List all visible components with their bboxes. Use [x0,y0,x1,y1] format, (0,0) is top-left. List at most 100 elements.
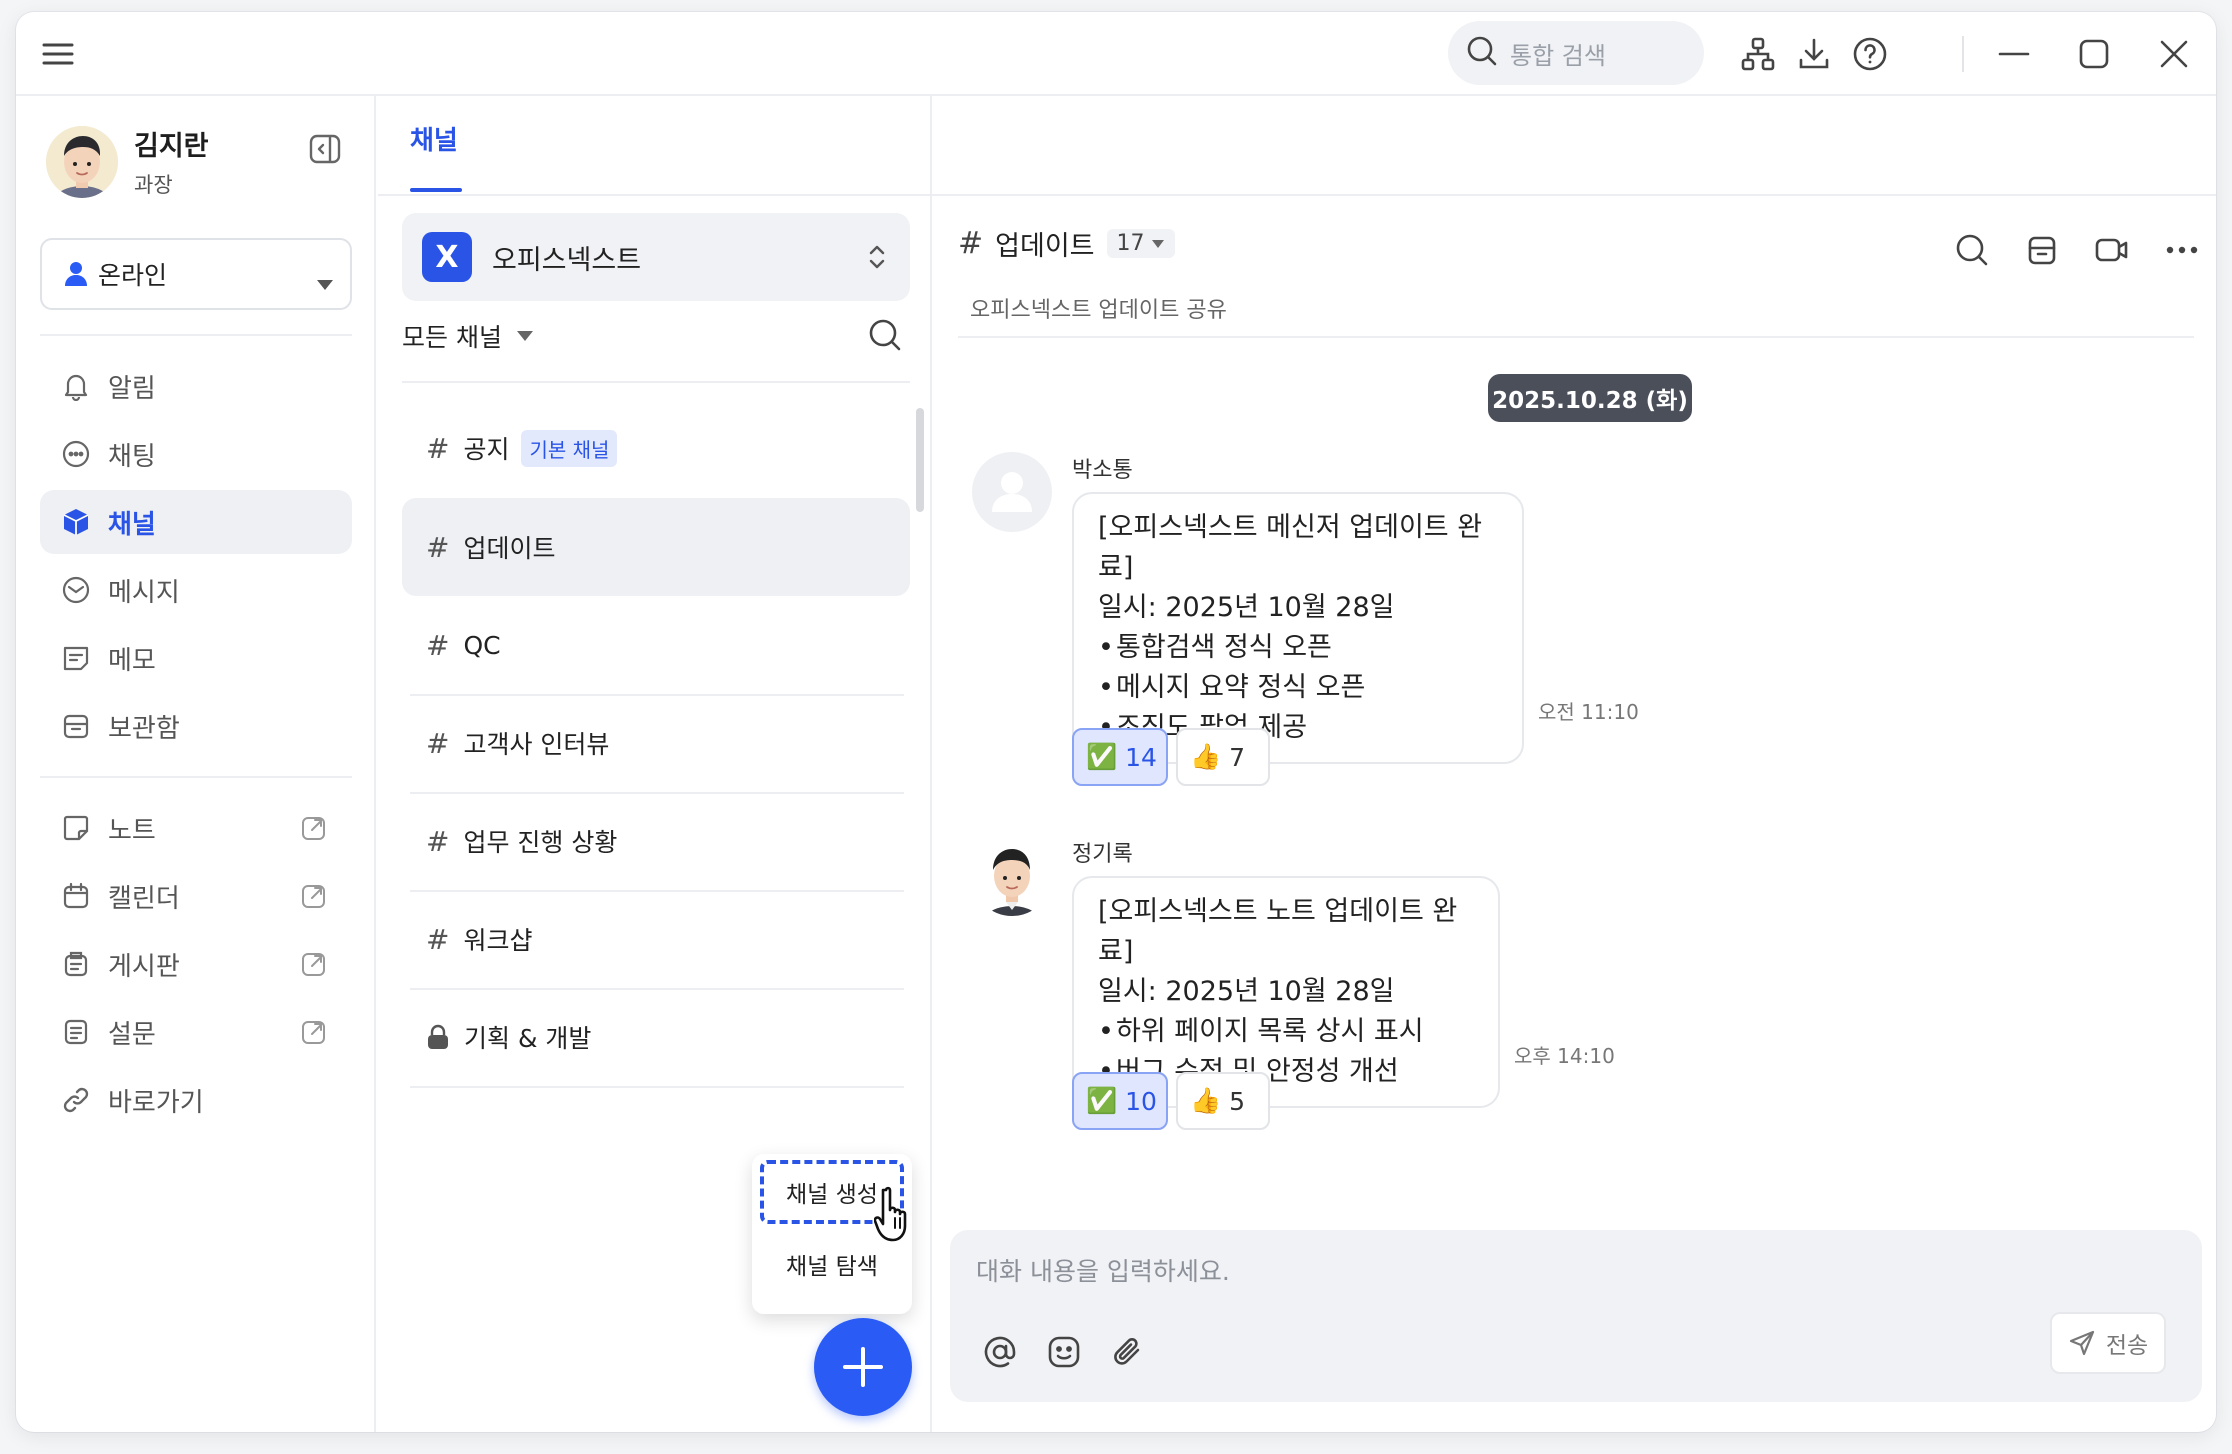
paperclip-icon[interactable] [1106,1330,1150,1374]
tab-active-indicator [410,188,462,192]
channel-item[interactable]: # 공지 기본 채널 [402,399,910,497]
check-emoji: ✅ [1086,742,1118,771]
message-composer[interactable]: 대화 내용을 입력하세요. 전송 [950,1230,2202,1402]
channel-name: 공지 [463,435,510,464]
title-bar: 통합 검색 [16,12,2216,96]
emoji-icon[interactable] [1042,1330,1086,1374]
channel-name: 업무 진행 상황 [463,828,618,857]
external-link-icon [300,814,328,849]
status-dropdown[interactable]: 온라인 [40,238,352,310]
note-icon [60,812,92,844]
avatar [46,125,118,198]
reaction-check[interactable]: ✅ 10 [1072,1072,1168,1130]
workspace-selector[interactable]: X 오피스넥스트 [402,213,910,301]
sidebar-item-shortcut[interactable]: 바로가기 [40,1068,352,1132]
workspace-name: 오피스넥스트 [492,244,642,276]
memo-icon [60,642,92,674]
sidebar-item-survey[interactable]: 설문 [40,1000,352,1064]
help-icon[interactable] [1844,28,1896,80]
tab-channel[interactable]: 채널 [410,120,458,157]
list-item: 통합검색 정식 오픈 [1098,628,1498,668]
archive-box-icon [60,710,92,742]
sidebar-item-channel[interactable]: 채널 [40,490,352,554]
sidebar-item-memo[interactable]: 메모 [40,626,352,690]
reaction-count: 10 [1125,1086,1157,1116]
sidebar-item-message[interactable]: 메시지 [40,558,352,622]
reaction-count: 5 [1229,1086,1246,1116]
sidebar-item-label: 채널 [108,509,156,540]
video-call-icon[interactable] [2086,224,2138,276]
sidebar-item-board[interactable]: 게시판 [40,932,352,996]
profile-rank: 과장 [134,173,173,197]
envelope-icon [60,574,92,606]
mention-icon[interactable] [978,1330,1022,1374]
chevron-down-icon [1151,239,1165,249]
avatar[interactable] [972,452,1052,532]
avatar[interactable] [972,836,1052,916]
message-bubble[interactable]: [오피스넥스트 메신저 업데이트 완료] 일시: 2025년 10월 28일 통… [1072,492,1524,764]
hash-icon: # [426,628,450,662]
tab-bar: 채널 [378,96,2216,196]
sidebar-item-label: 채팅 [108,441,156,472]
hand-pointer-icon [873,1186,920,1248]
user-profile[interactable]: 김지란 과장 [46,124,209,199]
org-chart-icon[interactable] [1732,28,1784,80]
collapse-sidebar-icon[interactable] [308,132,344,168]
hash-icon: # [426,824,450,858]
global-search-input[interactable]: 통합 검색 [1448,21,1704,85]
member-count-button[interactable]: 17 [1106,229,1175,258]
sidebar-item-calendar[interactable]: 캘린더 [40,864,352,928]
updown-chevron-icon [868,243,886,275]
channel-item[interactable]: # 워크샵 [402,890,910,988]
external-link-icon [300,950,328,985]
channel-list-panel: 채널 X 오피스넥스트 모든 채널 # 공지 기본 채널 # 업데이트 # QC… [378,96,2216,1432]
list-item: 하위 페이지 목록 상시 표시 [1098,1012,1474,1052]
default-channel-badge: 기본 채널 [521,429,618,467]
close-icon[interactable] [2148,28,2200,80]
sidebar-item-chat[interactable]: 채팅 [40,422,352,486]
member-count: 17 [1116,231,1145,256]
channel-name: 고객사 인터뷰 [463,730,610,759]
channel-item[interactable]: # 고객사 인터뷰 [402,694,910,792]
search-icon[interactable] [1946,224,1998,276]
download-icon[interactable] [1788,28,1840,80]
divider [958,336,2194,338]
external-link-icon [300,1018,328,1053]
sidebar-item-label: 보관함 [108,713,180,744]
channel-name: 기획 & 개발 [464,1024,592,1053]
channel-name: QC [463,630,501,660]
channel-item[interactable]: # 업무 진행 상황 [402,792,910,890]
survey-icon [60,1016,92,1048]
scrollbar[interactable] [916,408,924,512]
bell-icon [60,370,92,402]
plus-icon [841,1345,885,1389]
chevron-down-icon [516,330,534,342]
channel-filter-label: 모든 채널 [402,323,502,352]
channel-description: 오피스넥스트 업데이트 공유 [970,298,1227,323]
maximize-icon[interactable] [2068,28,2120,80]
more-icon[interactable] [2156,224,2208,276]
channel-filter-dropdown[interactable]: 모든 채널 [402,318,534,354]
menu-icon[interactable] [40,36,76,72]
minimize-icon[interactable] [1988,28,2040,80]
message-input[interactable]: 대화 내용을 입력하세요. [976,1252,1230,1288]
add-channel-button[interactable] [814,1318,912,1416]
reaction-thumbs-up[interactable]: 👍 5 [1176,1072,1270,1130]
sidebar-divider [40,334,352,336]
sidebar-item-alarm[interactable]: 알림 [40,354,352,418]
channel-item[interactable]: # QC [402,596,910,694]
divider [410,1086,904,1088]
archive-box-icon[interactable] [2016,224,2068,276]
send-button[interactable]: 전송 [2050,1312,2166,1374]
sidebar-item-label: 게시판 [108,951,180,982]
sidebar-item-label: 설문 [108,1019,156,1050]
sidebar-item-archive[interactable]: 보관함 [40,694,352,758]
reaction-check[interactable]: ✅ 14 [1072,728,1168,786]
channel-item[interactable]: 기획 & 개발 [402,988,910,1086]
hash-icon: # [958,226,984,261]
reaction-thumbs-up[interactable]: 👍 7 [1176,728,1270,786]
sidebar-item-note[interactable]: 노트 [40,796,352,860]
channel-item[interactable]: # 업데이트 [402,498,910,596]
sidebar-divider [40,776,352,778]
search-icon[interactable] [868,318,902,356]
